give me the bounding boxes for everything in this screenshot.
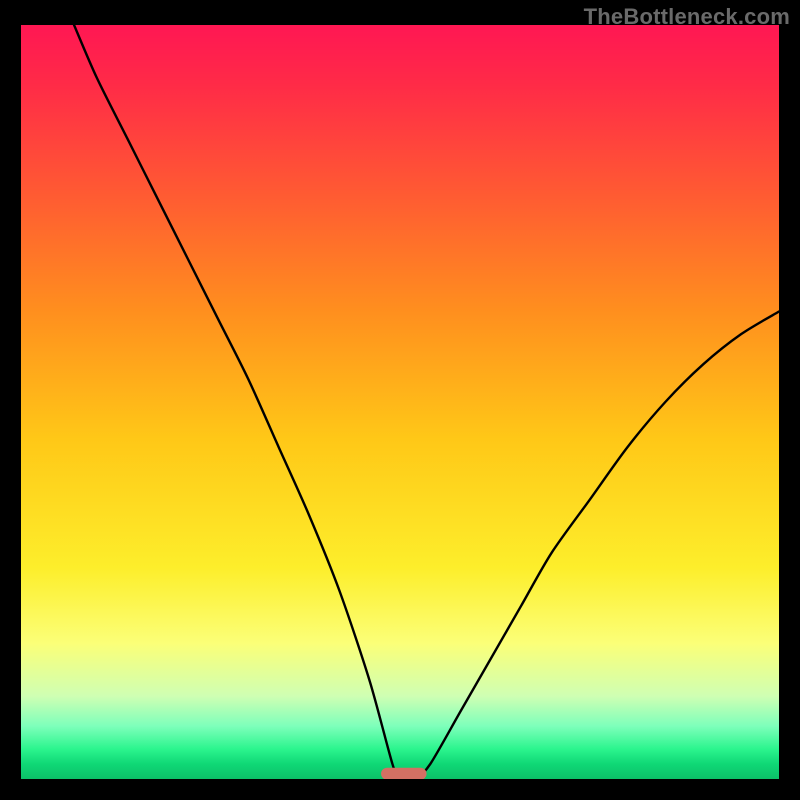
minimum-marker [381, 768, 426, 779]
watermark-text: TheBottleneck.com [584, 4, 790, 30]
chart-frame: TheBottleneck.com [0, 0, 800, 800]
minimum-marker-svg [21, 25, 779, 779]
plot-area [21, 25, 779, 779]
